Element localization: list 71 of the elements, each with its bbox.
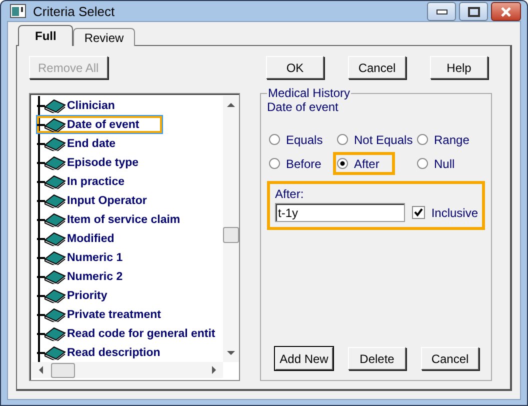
field-label: After:	[275, 187, 304, 201]
tab[interactable]: Review	[73, 28, 135, 46]
panel-button[interactable]: Cancel	[421, 347, 479, 370]
radio-option[interactable]: Equals	[267, 130, 335, 149]
down-arrow-icon	[227, 351, 235, 356]
tree-item[interactable]: Private treatment	[36, 305, 223, 324]
book-icon	[37, 155, 67, 170]
dialog-button[interactable]: Cancel	[348, 56, 406, 79]
checkbox[interactable]	[412, 206, 426, 219]
book-icon	[37, 231, 67, 246]
radio-button[interactable]	[417, 158, 428, 169]
vertical-scrollbar[interactable]	[223, 96, 239, 362]
tree-item[interactable]: Numeric 2	[36, 267, 223, 286]
book-icon	[37, 307, 67, 322]
tree-item[interactable]: Clinician	[36, 96, 223, 115]
tree-item[interactable]: In practice	[36, 172, 223, 191]
check-icon	[414, 208, 424, 217]
scroll-thumb[interactable]	[51, 362, 75, 378]
minimize-icon	[436, 8, 448, 14]
book-icon	[37, 345, 67, 360]
book-icon	[37, 193, 67, 208]
panel-button[interactable]: Delete	[348, 347, 406, 370]
input-field[interactable]: t-1y	[275, 203, 405, 222]
tree-item[interactable]: Numeric 1	[36, 248, 223, 267]
radio-button[interactable]	[269, 134, 280, 145]
radio-button[interactable]	[337, 158, 348, 169]
maximize-button[interactable]	[459, 2, 488, 21]
radio-option[interactable]: Before	[267, 154, 335, 173]
book-icon	[37, 98, 67, 113]
radio-option[interactable]: Not Equals	[335, 130, 415, 149]
close-icon	[500, 6, 512, 16]
tree-item[interactable]: Date of event	[36, 115, 163, 134]
horizontal-scrollbar[interactable]	[32, 362, 223, 378]
book-icon	[37, 174, 67, 189]
book-icon	[37, 136, 67, 151]
minimize-button[interactable]	[427, 2, 456, 21]
window-title: Criteria Select	[33, 4, 115, 18]
tree-item[interactable]: Modified	[36, 229, 223, 248]
radio-button[interactable]	[269, 158, 280, 169]
book-icon	[37, 269, 67, 284]
criteria-name: Date of event	[267, 100, 340, 114]
radio-button[interactable]	[417, 134, 428, 145]
book-icon	[37, 250, 67, 265]
dialog-button[interactable]: Help	[430, 56, 488, 79]
maximize-icon	[468, 6, 480, 16]
tree-item[interactable]: Priority	[36, 286, 223, 305]
panel-button[interactable]: Add New	[275, 347, 333, 370]
scroll-thumb[interactable]	[223, 227, 239, 243]
radio-option[interactable]: After	[335, 154, 393, 173]
dialog-button[interactable]: OK	[266, 56, 324, 79]
tree-item[interactable]: Episode type	[36, 153, 223, 172]
tree-item[interactable]: Read code for general entit	[36, 324, 223, 343]
book-icon	[37, 212, 67, 227]
book-icon	[37, 288, 67, 303]
right-arrow-icon	[212, 366, 217, 374]
radio-option[interactable]: Null	[415, 154, 485, 173]
window-icon	[10, 4, 26, 18]
radio-option[interactable]: Range	[415, 130, 485, 149]
up-arrow-icon	[227, 102, 235, 107]
tree-item[interactable]: Input Operator	[36, 191, 223, 210]
tab[interactable]: Full	[18, 25, 74, 46]
group-title: Medical History	[267, 86, 352, 100]
radio-button[interactable]	[337, 134, 348, 145]
inclusive-checkbox[interactable]: Inclusive	[412, 206, 478, 220]
left-arrow-icon	[38, 366, 43, 374]
tree-item[interactable]: Read description	[36, 343, 223, 362]
book-icon	[37, 117, 67, 132]
book-icon	[37, 326, 67, 341]
close-button[interactable]	[491, 2, 521, 21]
tree-item[interactable]: Item of service claim	[36, 210, 223, 229]
tree-item[interactable]: End date	[36, 134, 223, 153]
